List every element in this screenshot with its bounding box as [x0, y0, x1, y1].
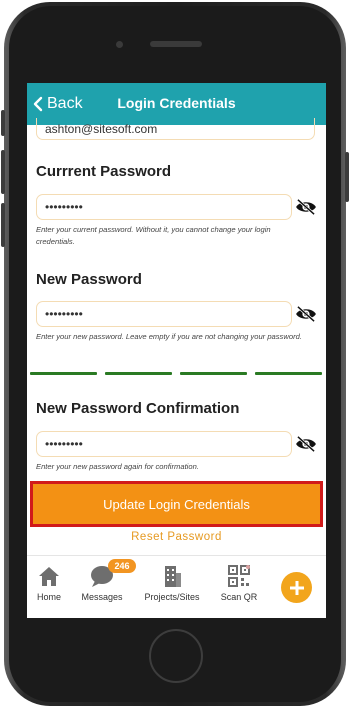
tab-home[interactable]: Home [32, 564, 66, 602]
eye-slash-icon[interactable] [295, 305, 317, 323]
confirm-password-label: New Password Confirmation [36, 400, 240, 417]
power-button [345, 152, 349, 202]
app-screen: Back Login Credentials ashton@sitesoft.c… [27, 83, 326, 618]
building-icon [165, 566, 181, 587]
volume-up-button [1, 150, 5, 194]
current-password-label: Currrent Password [36, 163, 172, 180]
tab-scan-qr[interactable]: Scan QR [219, 564, 259, 602]
home-button[interactable] [149, 629, 203, 683]
current-password-help: Enter your current password. Without it,… [36, 225, 271, 246]
mute-switch [1, 110, 5, 136]
update-button-highlight: Update Login Credentials [30, 481, 323, 527]
confirm-password-help: Enter your new password again for confir… [36, 462, 199, 471]
current-password-input[interactable]: ••••••••• [36, 194, 292, 220]
plus-icon [289, 580, 304, 595]
eye-slash-icon[interactable] [295, 198, 317, 216]
volume-down-button [1, 203, 5, 247]
email-field[interactable]: ashton@sitesoft.com [36, 118, 315, 140]
page-title: Login Credentials [117, 95, 236, 111]
update-credentials-button[interactable]: Update Login Credentials [33, 484, 320, 524]
strength-bar-segment-1 [30, 372, 97, 375]
front-camera [116, 41, 123, 48]
add-button[interactable] [281, 572, 312, 603]
confirm-password-input[interactable]: ••••••••• [36, 431, 292, 457]
tab-projects-sites[interactable]: Projects/Sites [140, 564, 204, 602]
new-password-help: Enter your new password. Leave empty if … [36, 332, 302, 341]
tab-messages-label: Messages [81, 592, 123, 602]
qr-icon [228, 565, 250, 587]
eye-slash-icon[interactable] [295, 435, 317, 453]
new-password-input[interactable]: ••••••••• [36, 301, 292, 327]
tab-projects-label: Projects/Sites [144, 592, 200, 602]
tab-home-label: Home [36, 592, 61, 602]
tab-scan-qr-label: Scan QR [220, 592, 258, 602]
strength-bar-segment-2 [105, 372, 172, 375]
new-password-label: New Password [36, 271, 142, 288]
earpiece-speaker [150, 41, 202, 47]
home-icon [39, 567, 59, 586]
reset-password-link[interactable]: Reset Password [27, 531, 326, 543]
strength-bar-segment-3 [180, 372, 247, 375]
messages-count-badge: 246 [108, 559, 136, 573]
strength-bar-segment-4 [255, 372, 322, 375]
